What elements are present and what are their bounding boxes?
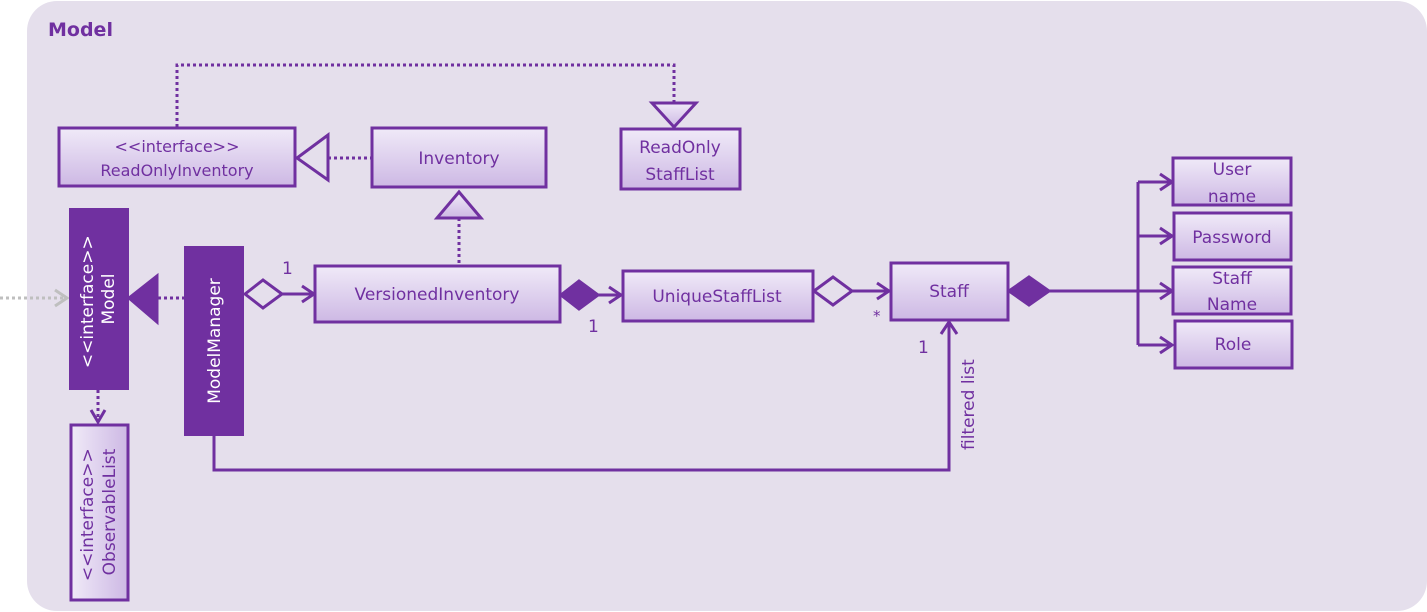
class-name: Model	[99, 273, 119, 324]
class-name: Inventory	[418, 149, 499, 169]
class-staff-name[interactable]: Staff Name	[1171, 265, 1293, 316]
class-name: Staff	[929, 282, 970, 302]
multiplicity-inventory-uniquelist: 1	[588, 317, 599, 337]
class-model-interface[interactable]: <<interface>> Model	[69, 208, 129, 390]
class-read-only-staff-list[interactable]: ReadOnly StaffList	[619, 127, 742, 191]
class-name-line1: Staff	[1212, 269, 1253, 289]
multiplicity-manager-inventory: 1	[282, 259, 293, 279]
model-class-diagram: Model <<interface>> ReadOnlyInventory In…	[0, 1, 1427, 611]
multiplicity-manager-staff: 1	[918, 338, 929, 358]
class-name: ReadOnlyInventory	[100, 161, 253, 180]
class-password[interactable]: Password	[1172, 211, 1293, 262]
class-unique-staff-list[interactable]: UniqueStaffList	[621, 269, 815, 323]
class-model-manager[interactable]: ModelManager	[184, 246, 244, 436]
class-versioned-inventory[interactable]: VersionedInventory	[313, 264, 562, 324]
class-name: Role	[1215, 335, 1252, 355]
package-title: Model	[48, 19, 113, 41]
filtered-list-label: filtered list	[959, 359, 979, 450]
class-role[interactable]: Role	[1173, 319, 1294, 370]
class-user-name[interactable]: User name	[1171, 156, 1293, 207]
class-name: UniqueStaffList	[652, 287, 782, 307]
class-name-line2: StaffList	[645, 165, 715, 185]
class-name-line2: Name	[1207, 295, 1257, 315]
stereotype-label: <<interface>>	[78, 235, 98, 368]
class-name: ObservableList	[100, 448, 120, 575]
class-name: ModelManager	[205, 278, 225, 404]
class-staff[interactable]: Staff	[889, 261, 1010, 322]
class-name-line2: name	[1208, 187, 1256, 207]
stereotype-label: <<interface>>	[115, 137, 240, 156]
class-name-line1: User	[1213, 160, 1252, 180]
class-name: Password	[1192, 228, 1271, 248]
multiplicity-uniquelist-staff: *	[873, 307, 881, 325]
class-observable-list[interactable]: <<interface>> ObservableList	[69, 423, 130, 602]
class-read-only-inventory[interactable]: <<interface>> ReadOnlyInventory	[57, 126, 297, 188]
stereotype-label: <<interface>>	[78, 448, 98, 581]
class-inventory[interactable]: Inventory	[370, 126, 548, 189]
class-name-line1: ReadOnly	[639, 138, 721, 158]
class-name: VersionedInventory	[355, 285, 520, 305]
